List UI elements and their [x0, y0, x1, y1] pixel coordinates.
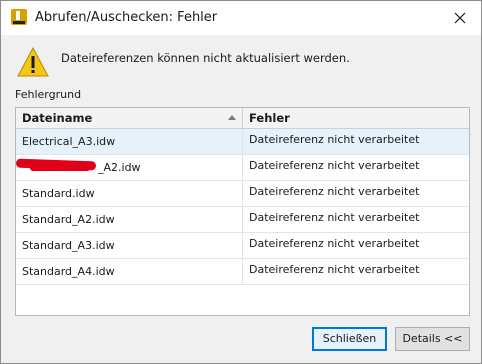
column-header-error[interactable]: Fehler — [243, 108, 469, 128]
filename-cell: _A2.idw — [16, 155, 243, 180]
filename-cell: Standard_A2.idw — [16, 207, 243, 232]
filename-cell: Standard_A3.idw — [16, 233, 243, 258]
error-message: Dateireferenzen können nicht aktualisier… — [61, 51, 350, 65]
error-cell: Dateireferenz nicht verarbeitet — [249, 211, 420, 224]
table-row[interactable]: Standard.idw Dateireferenz nicht verarbe… — [16, 181, 469, 207]
error-table: Dateiname Fehler Electrical_A3.idw Datei… — [15, 107, 470, 316]
message-area: Dateireferenzen können nicht aktualisier… — [1, 35, 481, 85]
error-cell: Dateireferenz nicht verarbeitet — [249, 185, 420, 198]
table-body: Electrical_A3.idw Dateireferenz nicht ve… — [15, 129, 469, 285]
error-cell: Dateireferenz nicht verarbeitet — [249, 133, 420, 146]
table-header: Dateiname Fehler — [16, 108, 469, 129]
table-row[interactable]: Standard_A3.idw Dateireferenz nicht vera… — [16, 233, 469, 259]
filename-cell: Standard.idw — [16, 181, 243, 206]
title-bar: Abrufen/Auschecken: Fehler — [1, 1, 481, 35]
table-row[interactable]: Standard_A4.idw Dateireferenz nicht vera… — [16, 259, 469, 285]
sort-ascending-icon — [228, 115, 236, 120]
table-row[interactable]: Standard_A2.idw Dateireferenz nicht vera… — [16, 207, 469, 233]
error-dialog: Abrufen/Auschecken: Fehler Dateireferenz… — [0, 0, 482, 364]
table-row[interactable]: _A2.idw Dateireferenz nicht verarbeitet — [15, 155, 469, 181]
error-cell: Dateireferenz nicht verarbeitet — [249, 263, 420, 276]
close-button[interactable] — [447, 5, 473, 31]
app-icon — [11, 9, 27, 25]
column-header-filename[interactable]: Dateiname — [16, 108, 243, 128]
filename-cell: Standard_A4.idw — [16, 259, 243, 284]
filename-cell: Electrical_A3.idw — [16, 129, 243, 154]
table-row[interactable]: Electrical_A3.idw Dateireferenz nicht ve… — [16, 129, 469, 155]
warning-icon — [17, 47, 49, 77]
error-reason-label: Fehlergrund — [15, 88, 82, 101]
error-cell: Dateireferenz nicht verarbeitet — [249, 159, 420, 172]
error-cell: Dateireferenz nicht verarbeitet — [249, 237, 420, 250]
details-toggle-button[interactable]: Details << — [395, 327, 470, 351]
close-icon — [454, 12, 466, 24]
close-dialog-button[interactable]: Schließen — [312, 327, 387, 351]
window-title: Abrufen/Auschecken: Fehler — [35, 10, 218, 25]
